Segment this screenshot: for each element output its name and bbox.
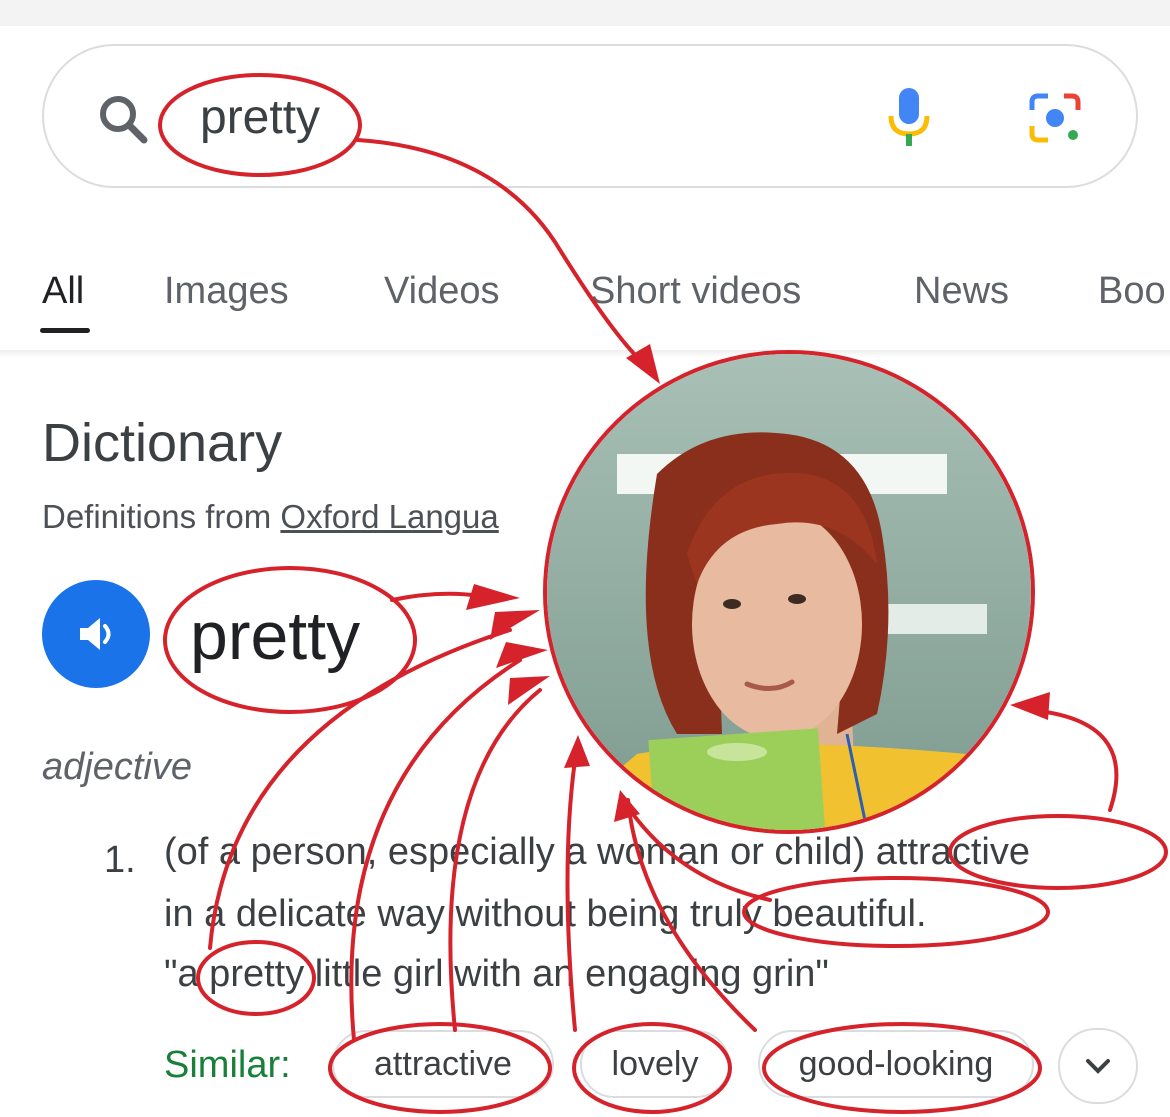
expand-similar-button[interactable]	[1058, 1028, 1138, 1104]
similar-chip-attractive[interactable]: attractive	[332, 1030, 554, 1098]
similar-label: Similar:	[164, 1044, 291, 1086]
search-tabs: All Images Videos Short videos News Boo	[0, 258, 1170, 338]
active-tab-indicator	[40, 328, 90, 333]
definition-number: 1.	[104, 839, 136, 881]
tab-images[interactable]: Images	[164, 266, 289, 316]
part-of-speech: adjective	[42, 746, 192, 788]
definition-line-2: in a delicate way without being truly be…	[164, 893, 927, 935]
chevron-down-icon	[1086, 1059, 1110, 1074]
tab-books[interactable]: Boo	[1098, 266, 1166, 316]
definition-line-1: (of a person, especially a woman or chil…	[164, 831, 1030, 873]
microphone-icon[interactable]	[884, 86, 934, 150]
tab-short-videos[interactable]: Short videos	[590, 266, 801, 316]
pronunciation-button[interactable]	[42, 580, 150, 688]
speaker-icon	[80, 618, 111, 650]
camera-lens-icon[interactable]	[1026, 90, 1086, 146]
source-prefix: Definitions from	[42, 498, 281, 535]
dictionary-source: Definitions from Oxford Langua	[42, 496, 499, 538]
tab-news[interactable]: News	[914, 266, 1009, 316]
headword: pretty	[190, 598, 361, 674]
dictionary-title: Dictionary	[42, 413, 283, 473]
top-strip	[0, 0, 1170, 26]
woman-portrait-photo	[543, 350, 1035, 834]
example-sentence: "a pretty little girl with an engaging g…	[164, 953, 829, 995]
similar-chip-good-looking[interactable]: good-looking	[758, 1030, 1034, 1098]
search-input[interactable]: pretty	[200, 88, 320, 148]
similar-chip-lovely[interactable]: lovely	[580, 1030, 730, 1098]
tabs-divider	[0, 350, 1170, 358]
tab-videos[interactable]: Videos	[384, 266, 500, 316]
oxford-languages-link[interactable]: Oxford Langua	[280, 498, 498, 535]
tab-all[interactable]: All	[42, 266, 84, 316]
search-icon[interactable]	[96, 92, 152, 148]
